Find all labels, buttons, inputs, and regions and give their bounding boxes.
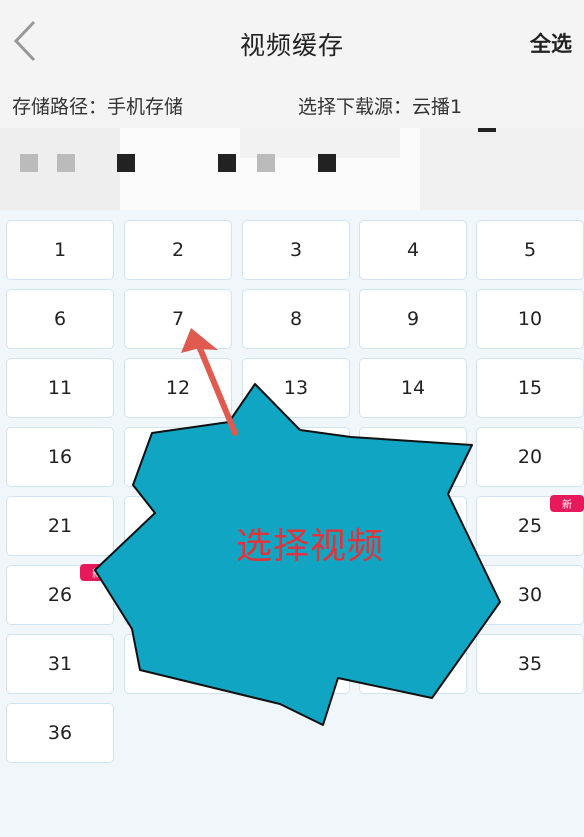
starburst-callout xyxy=(94,328,501,726)
callout-text: 选择视频 xyxy=(235,526,384,567)
arrow-icon xyxy=(196,343,238,436)
